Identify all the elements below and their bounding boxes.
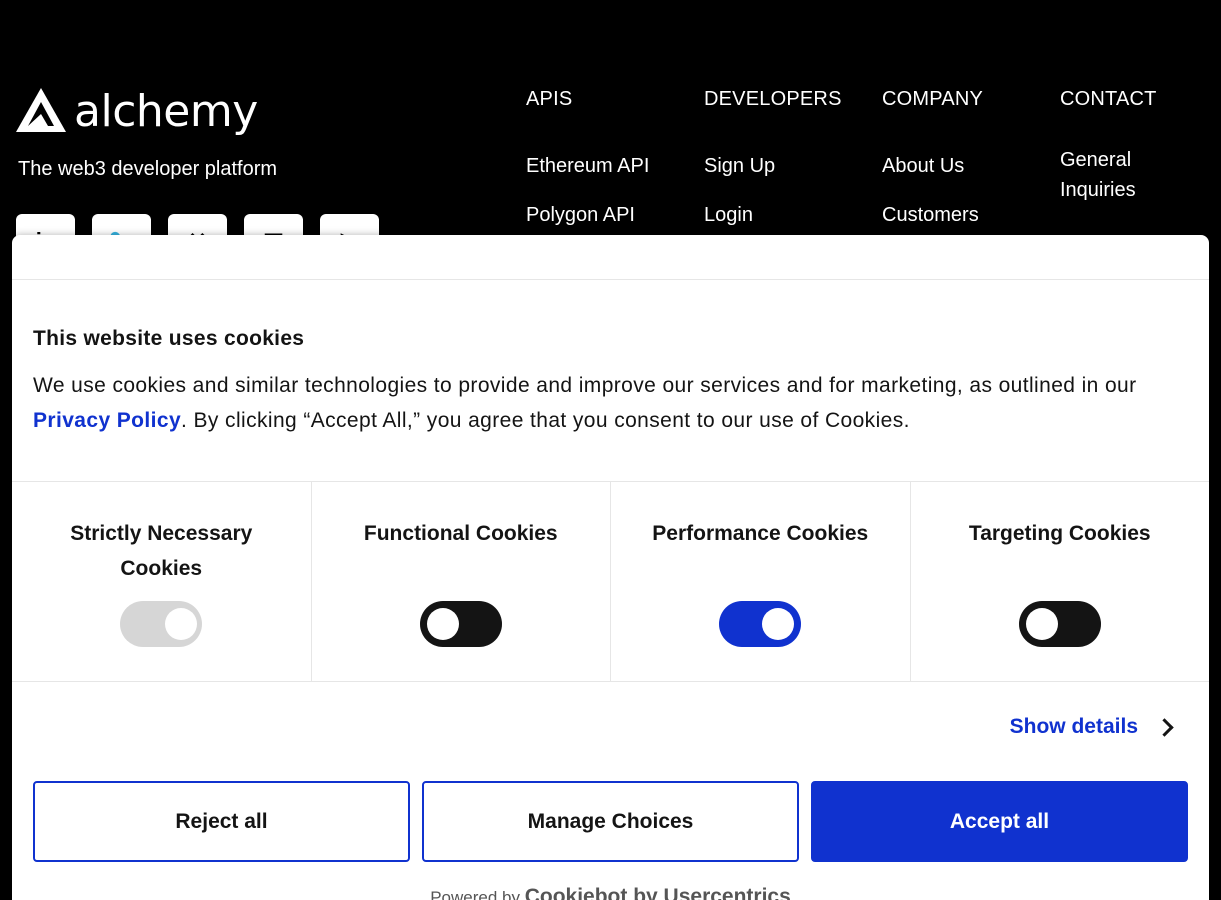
alchemy-logo[interactable]: alchemy [16,86,258,134]
reject-all-button[interactable]: Reject all [33,781,410,862]
footer-link-sign-up[interactable]: Sign Up [704,151,874,181]
column-heading: COMPANY [882,88,984,110]
accept-all-button[interactable]: Accept all [811,781,1188,862]
functional-toggle[interactable] [419,601,502,647]
dialog-buttons: Reject all Manage Choices Accept all [33,781,1188,862]
strictly-necessary-toggle [120,601,203,647]
category-label: Strictly Necessary Cookies [70,522,253,580]
category-label: Functional Cookies [363,522,558,545]
toggle-knob [426,608,459,640]
privacy-policy-link[interactable]: Privacy Policy [33,409,181,432]
column-heading: CONTACT [1060,88,1157,110]
category-targeting: Targeting Cookies [911,482,1210,681]
footer-link-general-inquiries[interactable]: General Inquiries [1060,145,1210,205]
toggle-knob [1025,608,1058,640]
category-label: Targeting Cookies [968,522,1151,545]
tagline: The web3 developer platform [18,158,278,180]
powered-by-prefix: Powered by [430,888,520,900]
alchemy-logo-icon [16,88,66,132]
column-heading: APIS [526,88,573,110]
logo-text: alchemy [74,86,258,137]
footer-column-company: COMPANY About Us Customers [882,86,1052,249]
dialog-description: We use cookies and similar technologies … [33,368,1188,438]
footer-link-ethereum-api[interactable]: Ethereum API [526,151,696,181]
footer-column-developers: DEVELOPERS Sign Up Login [704,86,874,249]
cookie-categories: Strictly Necessary Cookies Functional Co… [12,481,1209,682]
powered-by: Powered by Cookiebot by Usercentrics [12,885,1209,900]
column-heading: DEVELOPERS [704,88,842,110]
toggle-knob [762,608,795,640]
footer-link-about-us[interactable]: About Us [882,151,1052,181]
category-functional: Functional Cookies [312,482,611,681]
footer-link-login[interactable]: Login [704,200,874,230]
cookie-consent-dialog: This website uses cookies We use cookies… [12,235,1209,900]
category-strictly-necessary: Strictly Necessary Cookies [12,482,312,681]
manage-choices-button[interactable]: Manage Choices [422,781,799,862]
description-text-before: We use cookies and similar technologies … [33,374,1137,397]
targeting-toggle[interactable] [1018,601,1101,647]
description-text-after: . By clicking “Accept All,” you agree th… [181,409,910,432]
footer-column-apis: APIS Ethereum API Polygon API [526,86,696,249]
category-label: Performance Cookies [652,522,869,545]
category-performance: Performance Cookies [611,482,911,681]
page: alchemy The web3 developer platform in 🐦… [0,0,1221,900]
chevron-right-icon [1155,718,1174,737]
footer-link-customers[interactable]: Customers [882,200,1052,230]
footer-column-contact: CONTACT General Inquiries [1060,86,1210,224]
dialog-title: This website uses cookies [33,327,305,350]
footer-link-polygon-api[interactable]: Polygon API [526,200,696,230]
show-details-label: Show details [1009,715,1138,738]
toggle-knob [165,608,198,640]
performance-toggle[interactable] [719,601,802,647]
dialog-header-bar [12,235,1209,280]
show-details-link[interactable]: Show details [1009,715,1174,739]
cookiebot-brand-link[interactable]: Cookiebot by Usercentrics [525,885,791,900]
